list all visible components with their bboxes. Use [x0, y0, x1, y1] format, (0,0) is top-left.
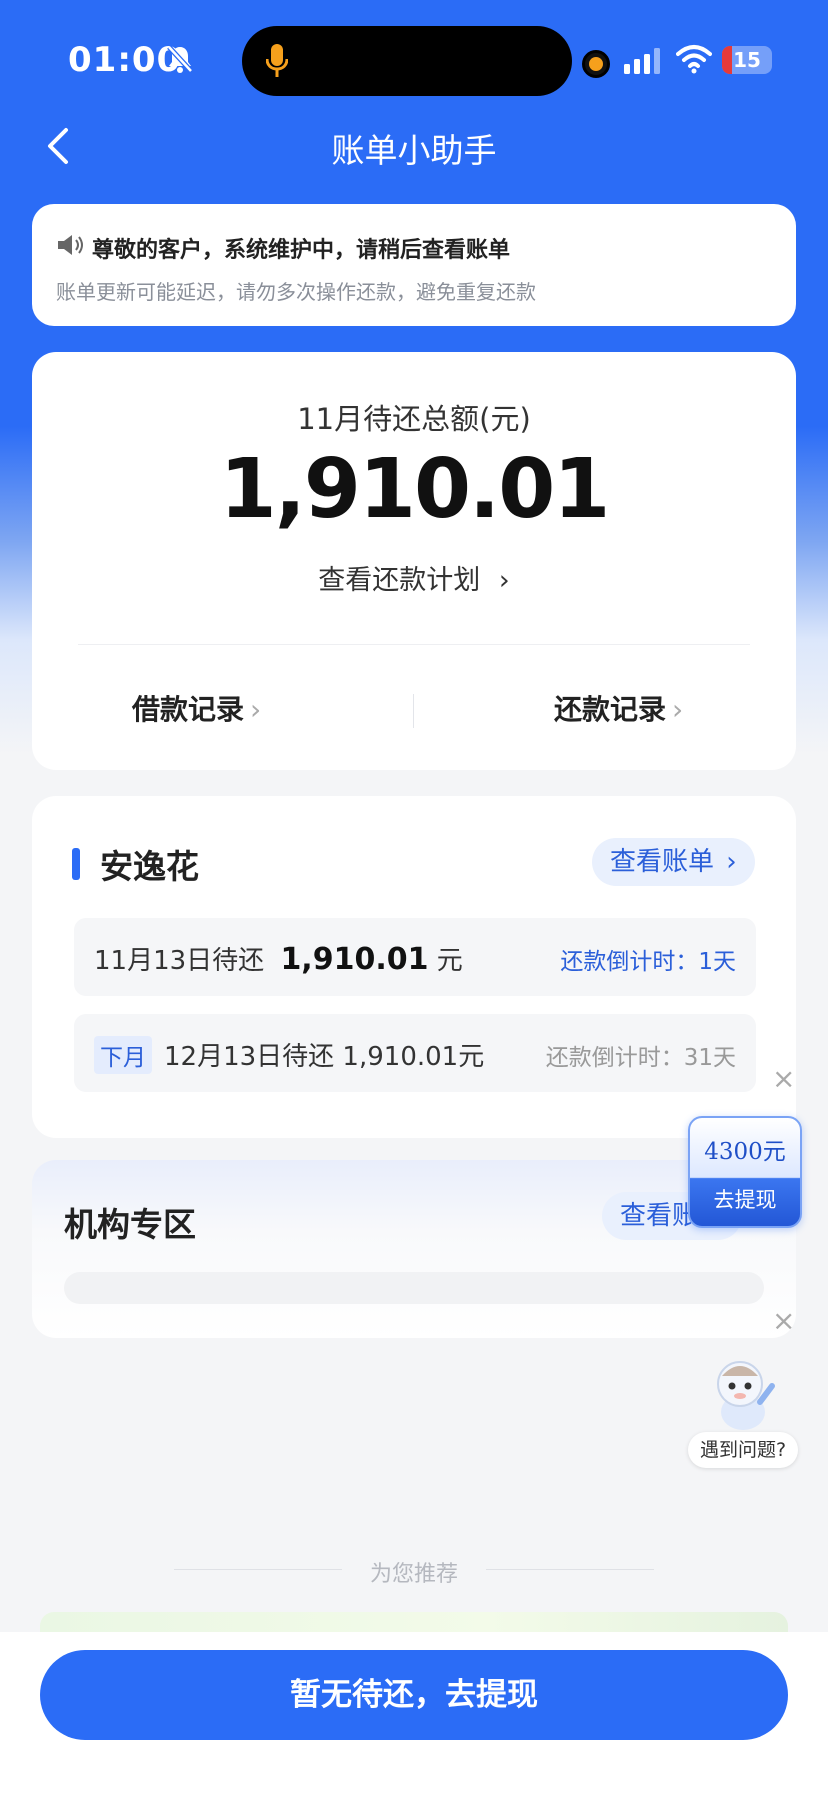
next-month-tag: 下月 — [94, 1036, 152, 1074]
bill-amount: 1,910.01 — [280, 942, 429, 977]
notice-subtitle: 账单更新可能延迟，请勿多次操作还款，避免重复还款 — [56, 280, 536, 304]
bill-row-current[interactable]: 11月13日待还 1,910.01 元 还款倒计时：1天 — [74, 918, 756, 996]
robot-mascot-icon — [717, 1361, 775, 1430]
offer-amount: 4300元 — [704, 1139, 786, 1165]
microphone-icon — [266, 44, 288, 77]
bill-unit: 元 — [436, 946, 463, 976]
repay-records-label: 还款记录 — [554, 693, 667, 726]
section-accent-bar — [72, 848, 80, 880]
total-due-amount: 1,910.01 — [219, 442, 611, 537]
status-time: 01:00 — [68, 40, 182, 80]
bill-countdown: 还款倒计时：1天 — [560, 949, 736, 975]
bill-countdown: 还款倒计时：31天 — [545, 1045, 736, 1071]
page-title: 账单小助手 — [331, 131, 497, 170]
help-label: 遇到问题? — [688, 1432, 798, 1468]
withdraw-offer-float[interactable]: 4300元 去提现 — [688, 1116, 802, 1228]
chevron-right-icon: › — [250, 693, 262, 726]
help-assistant-float[interactable]: 遇到问题? — [688, 1352, 798, 1472]
view-bill-label: 查看账单 — [610, 847, 715, 877]
view-plan-link[interactable]: 查看还款计划 › — [32, 558, 796, 597]
speaker-icon — [58, 235, 83, 255]
bill-due: 下月 12月13日待还 1,910.01元 — [94, 1036, 484, 1074]
maintenance-notice: 尊敬的客户，系统维护中，请稍后查看账单 账单更新可能延迟，请勿多次操作还款，避免… — [32, 204, 796, 326]
chevron-right-icon: › — [726, 847, 737, 877]
close-icon[interactable]: × — [772, 1304, 795, 1337]
institution-card: 机构专区 查看账单 — [32, 1160, 796, 1338]
borrow-records-label: 借款记录 — [132, 693, 245, 726]
mute-bell-icon — [167, 45, 193, 73]
status-bar: 01:00 15 — [0, 0, 828, 120]
close-icon[interactable]: × — [772, 1062, 795, 1095]
signal-icon — [624, 48, 660, 74]
view-bill-button[interactable]: 查看账单 › — [592, 838, 755, 886]
chevron-right-icon: › — [672, 693, 684, 726]
bill-due-text: 12月13日待还 1,910.01元 — [164, 1042, 485, 1072]
recommend-label: 为您推荐 — [369, 1562, 458, 1587]
loading-placeholder — [64, 1272, 764, 1304]
battery-level: 15 — [733, 48, 761, 72]
bill-row-next-month[interactable]: 下月 12月13日待还 1,910.01元 还款倒计时：31天 — [74, 1014, 756, 1092]
chevron-right-icon: › — [498, 565, 510, 596]
camera-indicator — [582, 50, 610, 78]
product-card: 安逸花 查看账单 › 11月13日待还 1,910.01 元 还款倒计时：1天 … — [32, 796, 796, 1138]
battery-icon: 15 — [722, 46, 772, 74]
repay-records-link[interactable]: 还款记录 › — [554, 688, 683, 728]
view-plan-label: 查看还款计划 — [318, 565, 481, 596]
product-name: 安逸花 — [100, 847, 199, 886]
total-due-label: 11月待还总额(元) — [297, 402, 531, 436]
bill-due-text: 11月13日待还 — [94, 946, 265, 976]
notice-title: 尊敬的客户，系统维护中，请稍后查看账单 — [92, 238, 511, 263]
dynamic-island — [242, 26, 572, 96]
offer-action: 去提现 — [713, 1188, 777, 1212]
repayment-summary-card: 11月待还总额(元) 1,910.01 查看还款计划 › 借款记录 › 还款记录 › — [32, 352, 796, 770]
divider — [78, 644, 750, 645]
institution-title: 机构专区 — [64, 1205, 196, 1244]
bill-due: 11月13日待还 1,910.01 元 — [94, 940, 463, 977]
divider — [486, 1569, 654, 1570]
wifi-icon — [676, 45, 712, 74]
withdraw-cta-button[interactable]: 暂无待还，去提现 — [40, 1650, 788, 1740]
borrow-records-link[interactable]: 借款记录 › — [132, 688, 261, 728]
vertical-divider — [413, 694, 414, 728]
